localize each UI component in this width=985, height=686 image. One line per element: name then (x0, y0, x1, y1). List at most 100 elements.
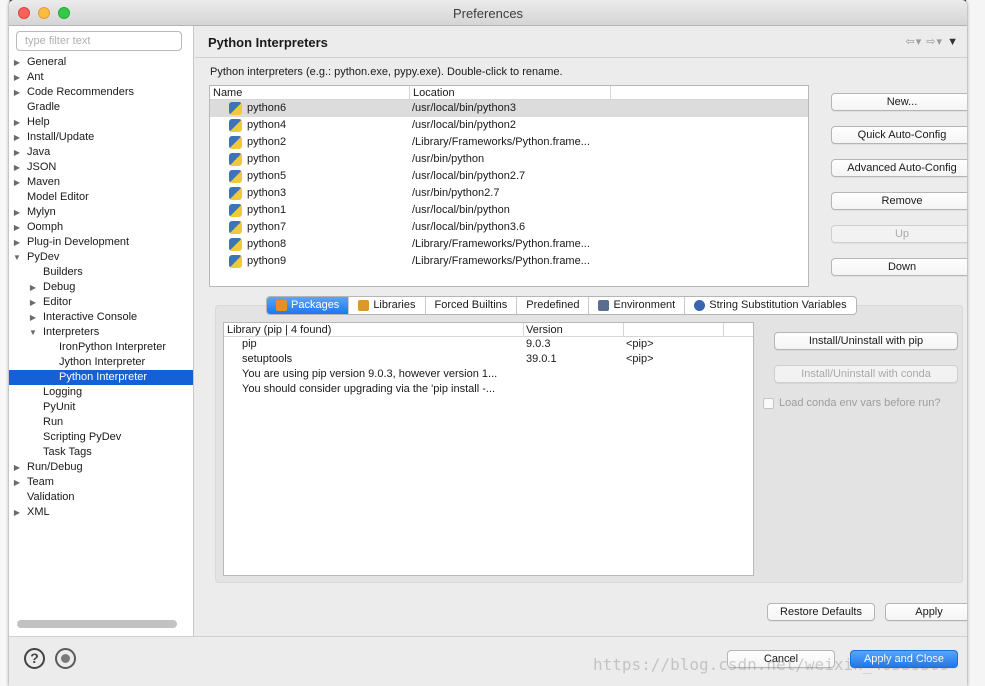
sidebar-item-label: XML (27, 506, 50, 518)
list-item[interactable]: You should consider upgrading via the 'p… (224, 382, 753, 397)
chevron-right-icon[interactable]: ▶ (12, 55, 22, 70)
column-header-name[interactable]: Name (213, 86, 242, 100)
table-row[interactable]: python4/usr/local/bin/python2 (210, 117, 808, 134)
table-row[interactable]: python/usr/bin/python (210, 151, 808, 168)
up-button[interactable]: Up (831, 225, 967, 243)
chevron-right-icon[interactable]: ▶ (28, 280, 38, 295)
table-row[interactable]: python8/Library/Frameworks/Python.frame.… (210, 236, 808, 253)
chevron-right-icon[interactable]: ▶ (12, 70, 22, 85)
sidebar-item-gradle[interactable]: Gradle (9, 100, 193, 115)
table-row[interactable]: python9/Library/Frameworks/Python.frame.… (210, 253, 808, 270)
chevron-down-icon[interactable]: ▼ (12, 250, 22, 265)
sidebar-item-code-recommenders[interactable]: ▶ Code Recommenders (9, 85, 193, 100)
apply-and-close-button[interactable]: Apply and Close (850, 650, 958, 668)
view-menu-icon[interactable]: ▼ (947, 36, 959, 48)
table-row[interactable]: python6/usr/local/bin/python3 (210, 100, 808, 117)
sidebar-item-plug-in-development[interactable]: ▶ Plug-in Development (9, 235, 193, 250)
sidebar-item-model-editor[interactable]: Model Editor (9, 190, 193, 205)
sidebar-item-scripting-pydev[interactable]: Scripting PyDev (9, 430, 193, 445)
window-title: Preferences (452, 6, 524, 21)
chevron-down-icon[interactable]: ▼ (28, 325, 38, 340)
python-icon (229, 187, 242, 200)
table-row[interactable]: python7/usr/local/bin/python3.6 (210, 219, 808, 236)
tab-predefined[interactable]: Predefined (517, 297, 590, 314)
sidebar-item-jython-interpreter[interactable]: Jython Interpreter (9, 355, 193, 370)
install-uninstall-conda-button[interactable]: Install/Uninstall with conda (774, 365, 958, 383)
column-header-version[interactable]: Version (526, 323, 563, 337)
tab-string-substitution[interactable]: String Substitution Variables (685, 297, 855, 314)
quick-auto-config-button[interactable]: Quick Auto-Config (831, 126, 967, 144)
sidebar-item-debug[interactable]: ▶ Debug (9, 280, 193, 295)
chevron-right-icon[interactable]: ▶ (12, 505, 22, 520)
sidebar-item-run[interactable]: Run (9, 415, 193, 430)
tab-libraries[interactable]: Libraries (349, 297, 426, 314)
conda-env-vars-option[interactable]: Load conda env vars before run? (763, 397, 940, 409)
chevron-right-icon[interactable]: ▶ (28, 310, 38, 325)
table-row[interactable]: python3/usr/bin/python2.7 (210, 185, 808, 202)
column-header-location[interactable]: Location (413, 86, 455, 100)
chevron-right-icon[interactable]: ▶ (12, 460, 22, 475)
apply-button[interactable]: Apply (885, 603, 967, 621)
sidebar-item-help[interactable]: ▶ Help (9, 115, 193, 130)
sidebar-item-editor[interactable]: ▶ Editor (9, 295, 193, 310)
sidebar-item-oomph[interactable]: ▶ Oomph (9, 220, 193, 235)
chevron-right-icon[interactable]: ▶ (12, 130, 22, 145)
preferences-tree-panel: ▶ General ▶ Ant ▶ Code Recommenders Gradle ▶ Hel… (9, 26, 194, 636)
list-item[interactable]: setuptools 39.0.1 <pip> (224, 352, 753, 367)
filter-input[interactable] (16, 31, 182, 51)
sidebar-item-builders[interactable]: Builders (9, 265, 193, 280)
list-item[interactable]: You are using pip version 9.0.3, however… (224, 367, 753, 382)
chevron-right-icon[interactable]: ▶ (12, 160, 22, 175)
remove-button[interactable]: Remove (831, 192, 967, 210)
table-row[interactable]: python5/usr/local/bin/python2.7 (210, 168, 808, 185)
sidebar-item-ironpython-interpreter[interactable]: IronPython Interpreter (9, 340, 193, 355)
advanced-auto-config-button[interactable]: Advanced Auto-Config (831, 159, 967, 177)
back-arrow-icon[interactable]: ⇦▾ (905, 36, 922, 48)
tab-forced-builtins[interactable]: Forced Builtins (426, 297, 518, 314)
record-macro-icon[interactable] (55, 648, 76, 669)
sidebar-item-general[interactable]: ▶ General (9, 55, 193, 70)
sidebar-item-ant[interactable]: ▶ Ant (9, 70, 193, 85)
sidebar-item-run-debug[interactable]: ▶ Run/Debug (9, 460, 193, 475)
chevron-right-icon[interactable]: ▶ (12, 475, 22, 490)
forward-arrow-icon[interactable]: ⇨▾ (926, 36, 943, 48)
restore-defaults-button[interactable]: Restore Defaults (767, 603, 875, 621)
tree-horizontal-scrollbar[interactable] (17, 620, 177, 628)
sidebar-item-pydev[interactable]: ▼ PyDev (9, 250, 193, 265)
sidebar-item-java[interactable]: ▶ Java (9, 145, 193, 160)
chevron-right-icon[interactable]: ▶ (12, 235, 22, 250)
chevron-right-icon[interactable]: ▶ (28, 295, 38, 310)
new-button[interactable]: New... (831, 93, 967, 111)
sidebar-item-task-tags[interactable]: Task Tags (9, 445, 193, 460)
sidebar-item-label: Debug (43, 281, 76, 293)
sidebar-item-python-interpreter[interactable]: Python Interpreter (9, 370, 193, 385)
help-icon[interactable]: ? (24, 648, 45, 669)
chevron-right-icon[interactable]: ▶ (12, 205, 22, 220)
sidebar-item-xml[interactable]: ▶ XML (9, 505, 193, 520)
chevron-right-icon[interactable]: ▶ (12, 85, 22, 100)
chevron-right-icon[interactable]: ▶ (12, 175, 22, 190)
chevron-right-icon[interactable]: ▶ (12, 220, 22, 235)
sidebar-item-validation[interactable]: Validation (9, 490, 193, 505)
cancel-button[interactable]: Cancel (727, 650, 835, 668)
sidebar-item-maven[interactable]: ▶ Maven (9, 175, 193, 190)
sidebar-item-mylyn[interactable]: ▶ Mylyn (9, 205, 193, 220)
down-button[interactable]: Down (831, 258, 967, 276)
list-item[interactable]: pip 9.0.3 <pip> (224, 337, 753, 352)
sidebar-item-interpreters[interactable]: ▼ Interpreters (9, 325, 193, 340)
sidebar-item-install-update[interactable]: ▶ Install/Update (9, 130, 193, 145)
sidebar-item-interactive-console[interactable]: ▶ Interactive Console (9, 310, 193, 325)
sidebar-item-logging[interactable]: Logging (9, 385, 193, 400)
chevron-right-icon[interactable]: ▶ (12, 115, 22, 130)
column-header-library[interactable]: Library (pip | 4 found) (227, 323, 331, 337)
conda-env-vars-checkbox[interactable] (763, 397, 774, 409)
table-row[interactable]: python1/usr/local/bin/python (210, 202, 808, 219)
sidebar-item-json[interactable]: ▶ JSON (9, 160, 193, 175)
sidebar-item-pyunit[interactable]: PyUnit (9, 400, 193, 415)
sidebar-item-team[interactable]: ▶ Team (9, 475, 193, 490)
chevron-right-icon[interactable]: ▶ (12, 145, 22, 160)
tab-packages[interactable]: Packages (267, 297, 350, 314)
tab-environment[interactable]: Environment (589, 297, 686, 314)
table-row[interactable]: python2/Library/Frameworks/Python.frame.… (210, 134, 808, 151)
install-uninstall-pip-button[interactable]: Install/Uninstall with pip (774, 332, 958, 350)
